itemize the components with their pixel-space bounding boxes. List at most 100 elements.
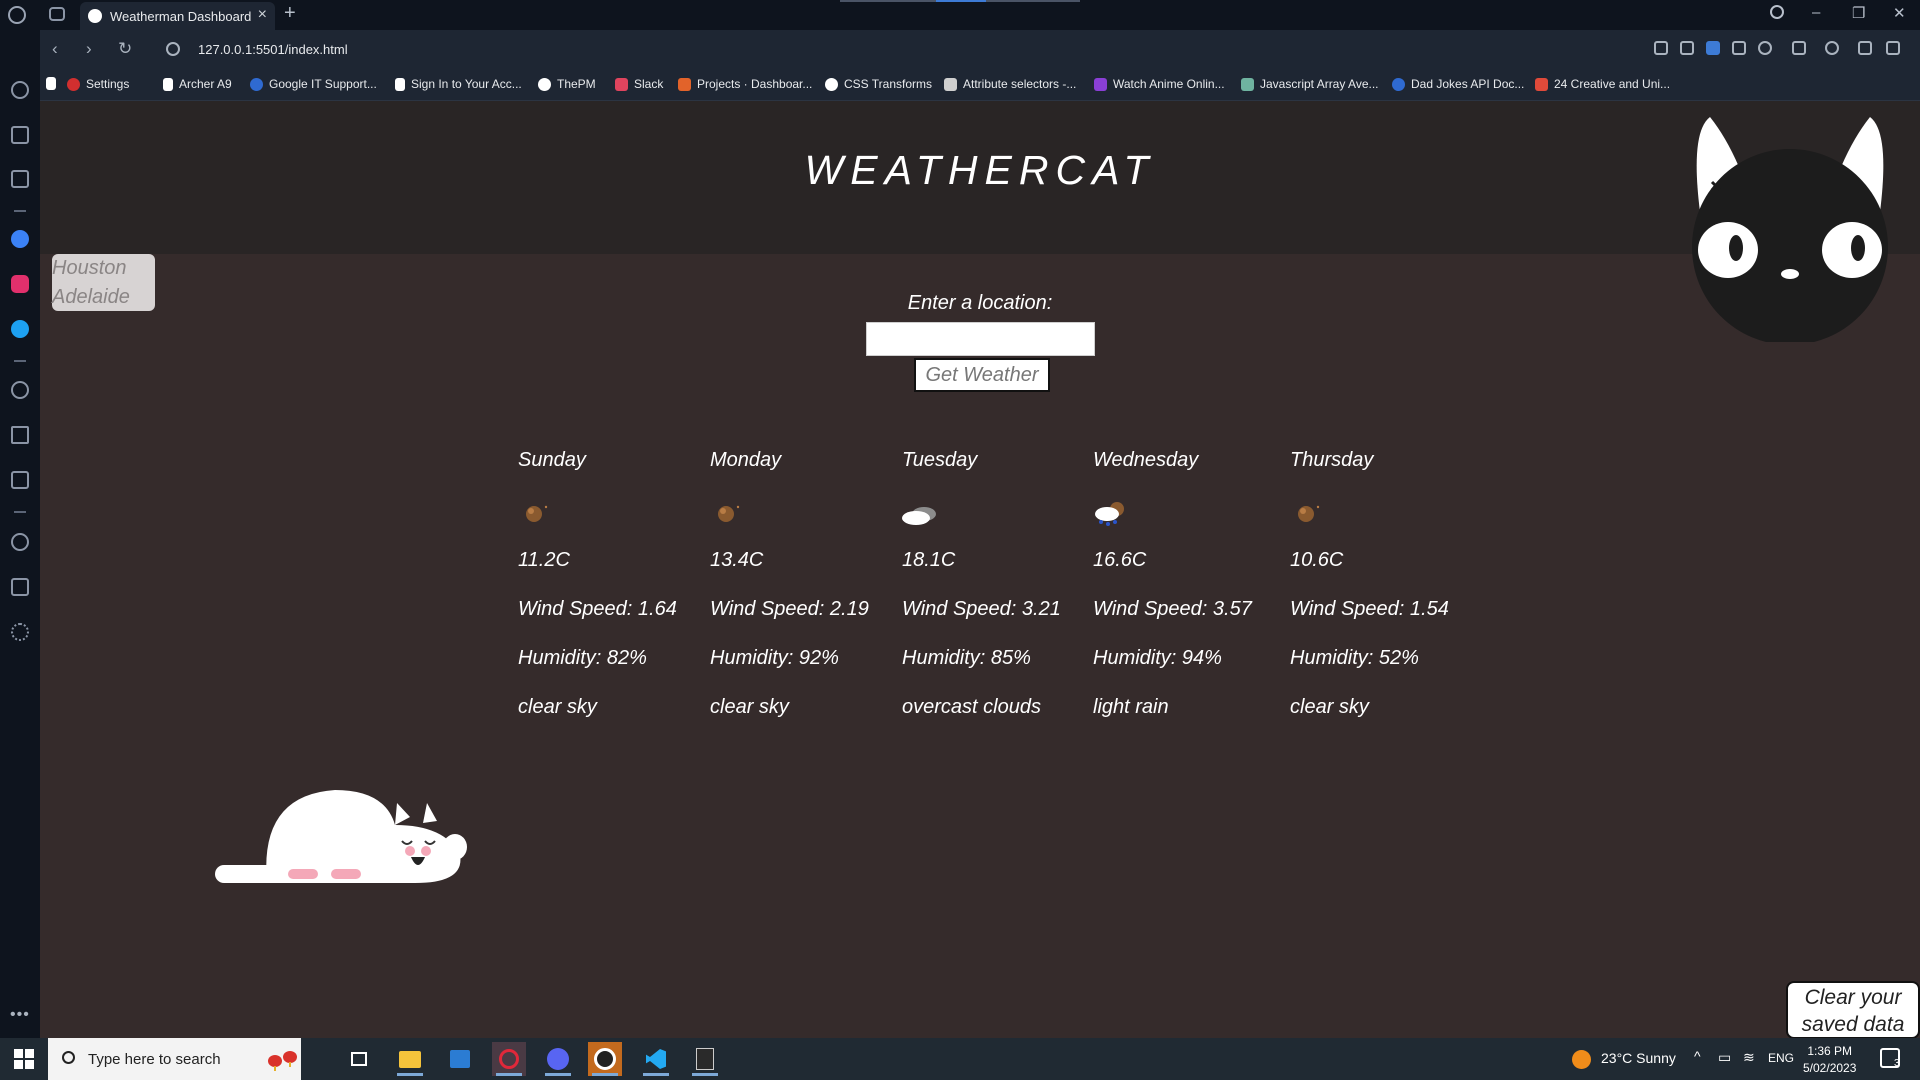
clock-time: 1:36 PM	[1807, 1044, 1853, 1058]
temperature: 16.6C	[1093, 549, 1147, 571]
bookmark-item[interactable]: Settings	[67, 77, 129, 91]
wallet-icon[interactable]	[11, 471, 29, 489]
vpn-shield-icon[interactable]	[1706, 41, 1720, 55]
overcast-clouds-icon	[902, 507, 936, 525]
messenger-icon[interactable]	[11, 230, 29, 248]
wifi-icon[interactable]: ≋	[1743, 1049, 1755, 1066]
bookmark-item[interactable]: Javascript Array Ave...	[1241, 77, 1379, 91]
tray-chevron-icon[interactable]: ^	[1694, 1048, 1701, 1064]
temperature: 11.2C	[518, 549, 570, 571]
sidebar-separator	[14, 511, 26, 513]
opera-browser-taskbar-icon[interactable]	[492, 1042, 526, 1076]
bookmark-heart-icon[interactable]	[1758, 41, 1772, 55]
restore-icon[interactable]: ❐	[1852, 4, 1865, 22]
windows-taskbar: Type here to search 23°C Sunny ^ ▭ ≋ ENG…	[0, 1038, 1920, 1080]
speed-dial-icon[interactable]	[11, 81, 29, 99]
language-indicator[interactable]: ENG	[1768, 1051, 1794, 1065]
profile-icon[interactable]	[1825, 41, 1839, 55]
site-info-icon[interactable]	[166, 42, 180, 56]
bookmark-item[interactable]: Google IT Support...	[250, 77, 377, 91]
snapshot-icon[interactable]	[1680, 41, 1694, 55]
minimize-icon[interactable]: –	[1812, 4, 1820, 21]
tab-close-icon[interactable]: ×	[258, 6, 267, 24]
clear-sky-night-icon	[1298, 505, 1320, 522]
meet-now-icon[interactable]: ▭	[1718, 1049, 1731, 1066]
bookmark-item[interactable]: Watch Anime Onlin...	[1094, 77, 1225, 91]
share-icon[interactable]	[1654, 41, 1668, 55]
bookmark-item[interactable]: CSS Transforms	[825, 77, 932, 91]
extensions-icon[interactable]	[1792, 41, 1806, 55]
windows-start-icon[interactable]	[14, 1049, 34, 1069]
bookmark-item[interactable]: Dad Jokes API Doc...	[1392, 77, 1524, 91]
obs-icon[interactable]	[588, 1042, 622, 1076]
task-view-icon[interactable]	[342, 1042, 376, 1076]
twitch-icon[interactable]	[11, 170, 29, 188]
opera-menu-icon[interactable]	[8, 6, 26, 24]
bookmark-page-icon[interactable]	[46, 77, 62, 90]
chatgpt-icon	[1241, 77, 1254, 91]
send-icon[interactable]	[1732, 41, 1746, 55]
bookmark-icon	[163, 77, 173, 91]
taskbar-weather[interactable]: 23°C Sunny	[1601, 1050, 1676, 1066]
sidebar-separator	[14, 360, 26, 362]
extensions-cube-icon[interactable]	[11, 578, 29, 596]
send-flow-icon[interactable]	[11, 426, 29, 444]
wind-speed: Wind Speed: 2.19	[710, 598, 869, 620]
taskbar-clock[interactable]: 1:36 PM 5/02/2023	[1803, 1043, 1856, 1077]
day-name: Sunday	[518, 449, 586, 471]
back-icon[interactable]: ‹	[52, 39, 58, 59]
weather-description: clear sky	[1290, 696, 1369, 718]
location-label: Enter a location:	[907, 292, 1053, 314]
sidebar-more-icon[interactable]: •••	[10, 1006, 30, 1024]
reload-icon[interactable]: ↻	[118, 39, 132, 59]
github-icon	[538, 77, 551, 91]
new-tab-icon[interactable]: +	[284, 2, 296, 25]
workspaces-icon[interactable]	[49, 7, 65, 21]
discord-icon[interactable]	[541, 1042, 575, 1076]
humidity: Humidity: 92%	[710, 647, 839, 669]
notification-count: 3	[1894, 1058, 1900, 1069]
humidity: Humidity: 82%	[518, 647, 647, 669]
bookmark-item[interactable]: Archer A9	[163, 77, 232, 91]
bookmarks-bar: Settings Archer A9 Google IT Support... …	[40, 70, 1920, 101]
bookmark-item[interactable]: Projects · Dashboar...	[678, 77, 812, 91]
saved-location-houston[interactable]: Houston	[52, 254, 155, 283]
shop-icon[interactable]	[11, 126, 29, 144]
downloads-icon[interactable]	[1858, 41, 1872, 55]
epic-games-icon[interactable]	[688, 1042, 722, 1076]
bookmark-item[interactable]: Slack	[615, 77, 663, 91]
url-field[interactable]: 127.0.0.1:5501/index.html	[198, 42, 348, 57]
microsoft-store-icon[interactable]	[443, 1042, 477, 1076]
forward-icon[interactable]: ›	[86, 39, 92, 59]
weather-description: clear sky	[518, 696, 597, 718]
settings-gear-icon[interactable]	[11, 623, 29, 641]
tab-weatherman-dashboard[interactable]: Weatherman Dashboard ×	[80, 2, 275, 30]
bookmark-item[interactable]: Attribute selectors -...	[944, 77, 1076, 91]
location-input[interactable]	[866, 322, 1095, 356]
easy-setup-icon[interactable]	[1886, 41, 1900, 55]
bookmark-item[interactable]: Sign In to Your Acc...	[395, 77, 522, 91]
codepen-icon	[825, 77, 838, 91]
day-name: Monday	[710, 449, 782, 471]
file-explorer-icon[interactable]	[393, 1042, 427, 1076]
get-weather-button[interactable]: Get Weather	[914, 358, 1050, 392]
close-window-icon[interactable]: ✕	[1893, 4, 1906, 22]
bookmark-icon	[1392, 77, 1405, 91]
history-icon[interactable]	[11, 533, 29, 551]
instagram-icon[interactable]	[11, 275, 29, 293]
app-header: WEATHERCAT	[40, 101, 1920, 254]
bookmark-item[interactable]: 24 Creative and Uni...	[1535, 77, 1670, 91]
weather-sun-icon[interactable]	[1572, 1050, 1591, 1069]
day-name: Thursday	[1290, 449, 1374, 471]
twitter-icon[interactable]	[11, 320, 29, 338]
tab-search-icon[interactable]	[1770, 5, 1784, 19]
bookmark-item[interactable]: ThePM	[538, 77, 596, 91]
humidity: Humidity: 94%	[1093, 647, 1222, 669]
player-icon[interactable]	[11, 381, 29, 399]
weather-description: overcast clouds	[902, 696, 1041, 718]
clear-saved-data-button[interactable]: Clear your saved data	[1786, 981, 1920, 1039]
browser-sidebar: •••	[0, 30, 40, 1038]
day-name: Tuesday	[902, 449, 978, 471]
vscode-icon[interactable]	[639, 1042, 673, 1076]
taskbar-search-box[interactable]: Type here to search	[48, 1038, 301, 1080]
